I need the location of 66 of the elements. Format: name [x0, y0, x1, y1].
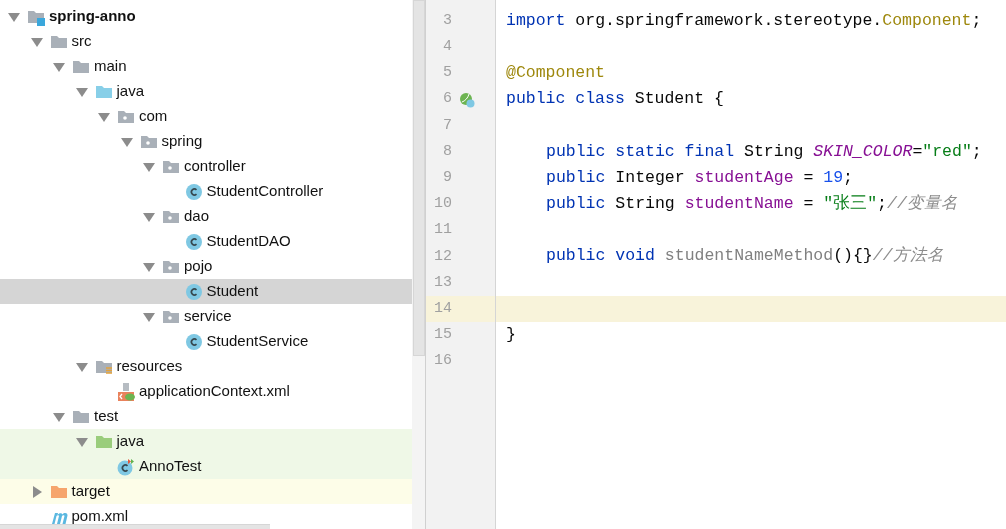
tree-item[interactable]: controller: [0, 154, 413, 179]
class-icon: [184, 232, 203, 251]
xml-file-icon: [117, 381, 137, 402]
line-number: 16: [433, 351, 452, 372]
line-number: 7: [442, 115, 452, 136]
expand-arrow-icon[interactable]: [143, 161, 155, 172]
tree-item[interactable]: com: [0, 104, 413, 129]
tree-item[interactable]: StudentDAO: [0, 229, 413, 254]
collapse-arrow-icon[interactable]: [31, 485, 42, 498]
line-number: 12: [433, 246, 452, 267]
tree-item[interactable]: pojo: [0, 254, 413, 279]
class-icon: [184, 332, 203, 351]
code-line: public Integer studentAge = 19;: [546, 166, 853, 189]
tree-item[interactable]: test: [0, 404, 413, 429]
expand-arrow-icon[interactable]: [75, 86, 88, 97]
tree-item[interactable]: spring-anno: [0, 4, 413, 29]
tree-item[interactable]: java: [0, 79, 413, 104]
expand-arrow-icon[interactable]: [53, 61, 65, 72]
line-number: 6: [442, 89, 452, 110]
expand-arrow-icon[interactable]: [143, 311, 155, 322]
tree-item[interactable]: applicationContext.xml: [0, 379, 413, 404]
tree-item[interactable]: dao: [0, 204, 413, 229]
tree-item[interactable]: StudentService: [0, 329, 413, 354]
code-line: @Component: [506, 62, 606, 85]
code-line: public static final String SKIN_COLOR="red";: [546, 140, 982, 163]
expand-arrow-icon[interactable]: [143, 261, 155, 272]
tree-item[interactable]: pom.xml: [0, 504, 413, 524]
line-number: 14: [433, 298, 452, 319]
horizontal-scrollbar[interactable]: [0, 524, 270, 529]
code-line: public void studentNameMethod(){}//方法名: [546, 245, 944, 268]
expand-arrow-icon[interactable]: [120, 136, 133, 147]
line-number: 13: [433, 272, 452, 293]
scrollbar-thumb[interactable]: [412, 0, 425, 356]
expand-arrow-icon[interactable]: [143, 211, 155, 222]
tree-item[interactable]: spring: [0, 129, 413, 154]
tree-item[interactable]: java: [0, 429, 413, 454]
line-number: 9: [442, 167, 452, 188]
expand-arrow-icon[interactable]: [30, 36, 43, 47]
line-number: 5: [442, 63, 452, 84]
tree-item[interactable]: service: [0, 304, 413, 329]
test-class-icon: [117, 457, 135, 476]
expand-arrow-icon[interactable]: [53, 411, 65, 422]
line-number: 3: [442, 10, 452, 31]
tree-item[interactable]: target: [0, 479, 413, 504]
tree-item[interactable]: resources: [0, 354, 413, 379]
line-number: 4: [442, 37, 452, 58]
tree-item[interactable]: src: [0, 29, 413, 54]
expand-arrow-icon[interactable]: [75, 436, 88, 447]
code-line: import org.springframework.stereotype.Component;: [506, 9, 982, 32]
bean-icon[interactable]: [459, 91, 475, 108]
line-number: 8: [442, 141, 452, 162]
code-line: public class Student {: [506, 88, 724, 111]
tree-item[interactable]: main: [0, 54, 413, 79]
code-line: public String studentName = "张三";//变量名: [546, 193, 958, 216]
class-icon: [184, 282, 203, 301]
line-number: 11: [433, 220, 452, 241]
expand-arrow-icon[interactable]: [75, 361, 88, 372]
line-number: 10: [433, 194, 452, 215]
tree-item[interactable]: Student: [0, 279, 413, 304]
tree-item[interactable]: StudentController: [0, 179, 413, 204]
expand-arrow-icon[interactable]: [98, 111, 110, 122]
class-icon: [184, 182, 203, 201]
code-line: }: [506, 323, 516, 346]
tree-item[interactable]: AnnoTest: [0, 454, 413, 479]
expand-arrow-icon[interactable]: [8, 11, 20, 22]
line-number: 15: [433, 325, 452, 346]
